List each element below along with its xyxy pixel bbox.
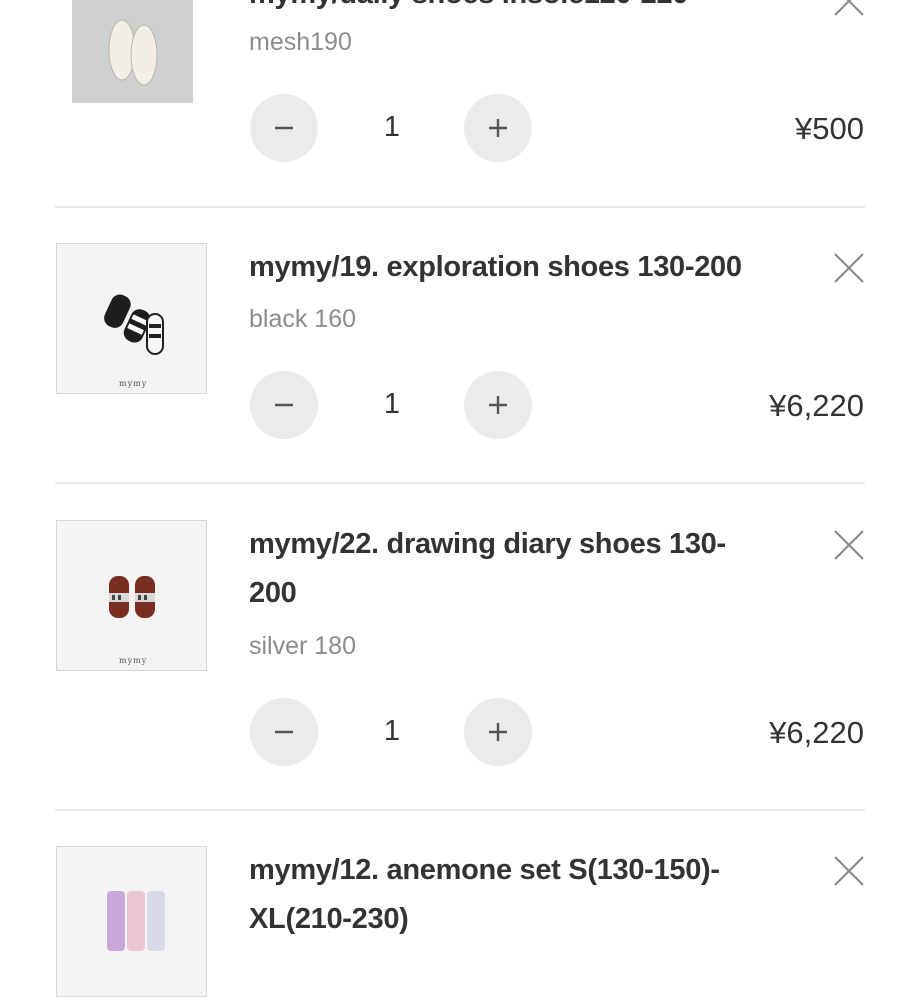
- product-image[interactable]: mymy: [56, 520, 207, 671]
- close-icon[interactable]: [832, 251, 866, 285]
- increase-quantity-button[interactable]: [464, 371, 532, 439]
- quantity-value: 1: [383, 111, 401, 143]
- item-divider: [55, 482, 865, 484]
- quantity-value: 1: [383, 388, 401, 420]
- product-title[interactable]: mymy/19. exploration shoes 130-200: [249, 243, 789, 292]
- product-title[interactable]: mymy/22. drawing diary shoes 130-200: [249, 520, 769, 618]
- decrease-quantity-button[interactable]: [250, 94, 318, 162]
- minus-icon: [275, 126, 293, 130]
- image-brand-text: mymy: [119, 656, 148, 665]
- close-icon[interactable]: [832, 854, 866, 888]
- product-title[interactable]: mymy/daily shoes insole120-220: [249, 0, 789, 19]
- plus-icon: [489, 119, 507, 137]
- decrease-quantity-button[interactable]: [250, 371, 318, 439]
- item-price: ¥500: [795, 111, 864, 146]
- item-price: ¥6,220: [769, 715, 864, 750]
- decrease-quantity-button[interactable]: [250, 698, 318, 766]
- product-image[interactable]: [56, 846, 207, 997]
- product-variant: black 160: [249, 305, 357, 333]
- increase-quantity-button[interactable]: [464, 698, 532, 766]
- quantity-value: 1: [383, 715, 401, 747]
- product-image[interactable]: mymy: [56, 243, 207, 394]
- increase-quantity-button[interactable]: [464, 94, 532, 162]
- product-variant: silver 180: [249, 632, 356, 660]
- plus-icon: [489, 723, 507, 741]
- product-image[interactable]: [72, 0, 193, 103]
- minus-icon: [275, 403, 293, 407]
- close-icon[interactable]: [832, 0, 866, 18]
- product-title[interactable]: mymy/12. anemone set S(130-150)-XL(210-2…: [249, 846, 769, 944]
- item-price: ¥6,220: [769, 388, 864, 423]
- close-icon[interactable]: [832, 528, 866, 562]
- plus-icon: [489, 396, 507, 414]
- product-variant: mesh190: [249, 28, 352, 56]
- minus-icon: [275, 730, 293, 734]
- item-divider: [55, 809, 865, 811]
- image-brand-text: mymy: [119, 379, 148, 388]
- item-divider: [55, 206, 865, 208]
